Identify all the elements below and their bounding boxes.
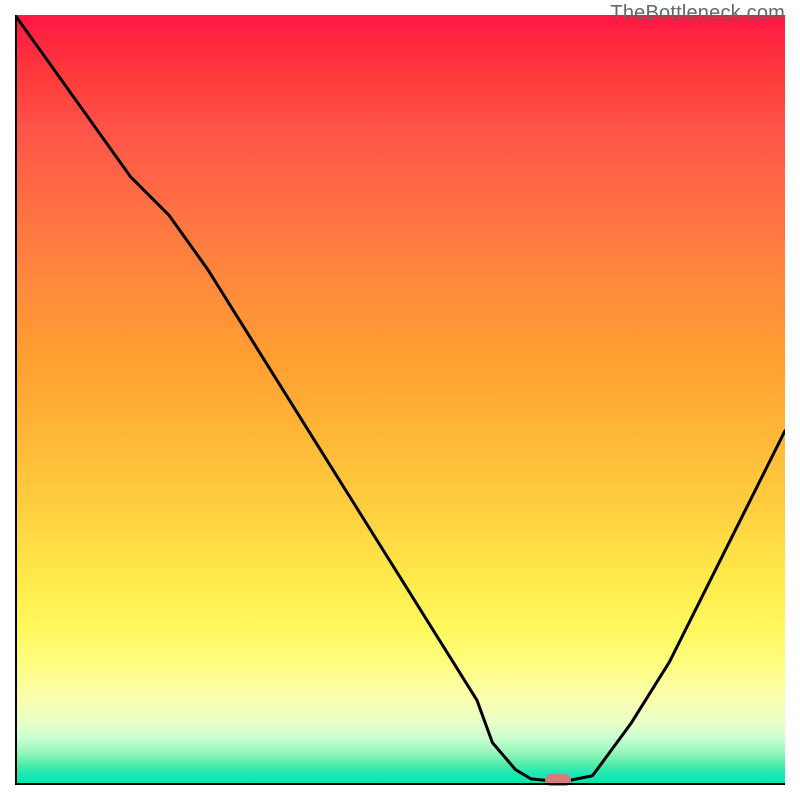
optimal-marker (545, 774, 571, 786)
watermark-text: TheBottleneck.com (610, 2, 785, 25)
curve-layer (15, 15, 785, 785)
bottleneck-curve-path (15, 15, 785, 780)
bottleneck-chart: TheBottleneck.com (0, 0, 800, 800)
